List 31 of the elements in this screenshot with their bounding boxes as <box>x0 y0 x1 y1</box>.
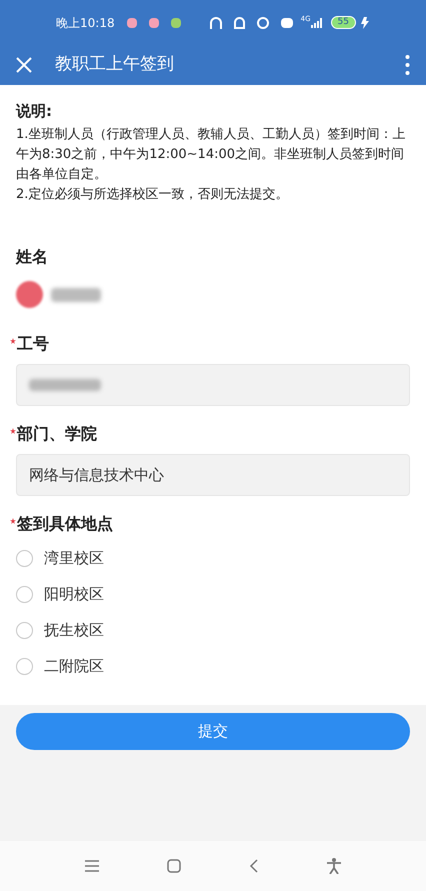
input-field[interactable] <box>16 364 410 406</box>
menu-icon[interactable] <box>85 860 99 872</box>
radio-option[interactable]: 抚生校区 <box>16 612 410 648</box>
close-icon[interactable] <box>16 57 32 73</box>
redacted-text-icon <box>29 379 101 391</box>
radio-option[interactable]: 湾里校区 <box>16 540 410 576</box>
app-icon <box>148 18 159 28</box>
avatar-icon <box>16 281 43 308</box>
more-menu-icon[interactable] <box>405 55 410 75</box>
notice-heading: 说明: <box>16 101 53 121</box>
input-field[interactable]: 网络与信息技术中心 <box>16 454 410 496</box>
battery-level: 55 <box>330 16 356 29</box>
radio-option[interactable]: 二附院区 <box>16 648 410 684</box>
app-icon <box>170 18 181 28</box>
redacted-text-icon <box>51 288 101 302</box>
notice-text: 2.定位必须与所选择校区一致，否则无法提交。 <box>16 186 290 204</box>
signal-icon <box>310 18 323 28</box>
accessibility-icon[interactable] <box>327 858 341 874</box>
field-label: 姓名 <box>16 246 48 268</box>
field-label: 工号 <box>17 333 49 355</box>
back-icon[interactable] <box>249 859 259 873</box>
alarm-icon <box>256 16 269 28</box>
home-icon[interactable] <box>167 859 181 873</box>
app-icon <box>126 18 137 28</box>
charging-icon <box>360 16 370 28</box>
field-label: 部门、学院 <box>17 423 97 445</box>
window-title: 教职工上午签到 <box>55 53 174 76</box>
status-time: 晚上10:18 <box>56 14 115 32</box>
notice-text: 1.坐班制人员（行政管理人员、教辅人员、工勤人员）签到时间：上午为8:30之前，中午为12:00~14:00之间。非坐班制人员签到时间由各单位自定。 <box>16 126 406 184</box>
radio-option[interactable]: 阳明校区 <box>16 576 410 612</box>
field-label: 签到具体地点 <box>17 513 113 535</box>
